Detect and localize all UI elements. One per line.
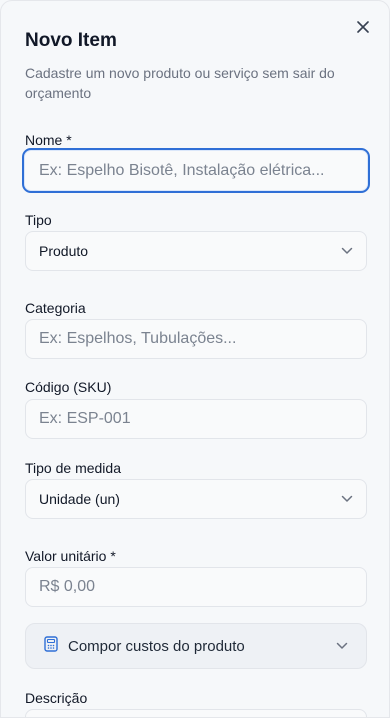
chevron-down-icon — [336, 642, 348, 650]
type-select[interactable]: Produto — [25, 231, 367, 271]
unit-price-field-wrapper — [25, 567, 367, 607]
category-input[interactable] — [39, 330, 353, 348]
sku-field-wrapper — [25, 399, 367, 439]
close-icon — [357, 21, 369, 33]
chevron-down-icon — [341, 495, 353, 503]
unit-price-label: Valor unitário * — [25, 548, 116, 564]
sku-input[interactable] — [39, 410, 353, 428]
name-label: Nome * — [25, 132, 72, 148]
measure-type-select[interactable]: Unidade (un) — [25, 479, 367, 519]
sku-label: Código (SKU) — [25, 379, 112, 395]
unit-price-input[interactable] — [39, 578, 353, 596]
dialog-subtitle: Cadastre um novo produto ou serviço sem … — [25, 65, 335, 101]
type-label: Tipo — [25, 212, 52, 228]
measure-type-label: Tipo de medida — [25, 460, 121, 476]
close-button[interactable] — [353, 17, 373, 37]
calculator-icon — [44, 636, 58, 656]
measure-type-value: Unidade (un) — [39, 491, 120, 507]
description-label: Descrição — [25, 690, 88, 706]
category-label: Categoria — [25, 300, 86, 316]
type-select-value: Produto — [39, 243, 89, 259]
dialog-title: Novo Item — [25, 30, 117, 51]
description-input[interactable] — [25, 709, 367, 717]
name-field-wrapper — [22, 148, 370, 193]
category-field-wrapper — [25, 319, 367, 359]
chevron-down-icon — [341, 247, 353, 255]
new-item-dialog: Novo Item Cadastre um novo produto ou se… — [0, 0, 390, 718]
compose-costs-toggle[interactable]: Compor custos do produto — [25, 623, 367, 669]
compose-costs-label: Compor custos do produto — [68, 637, 245, 655]
name-input[interactable] — [39, 161, 353, 180]
